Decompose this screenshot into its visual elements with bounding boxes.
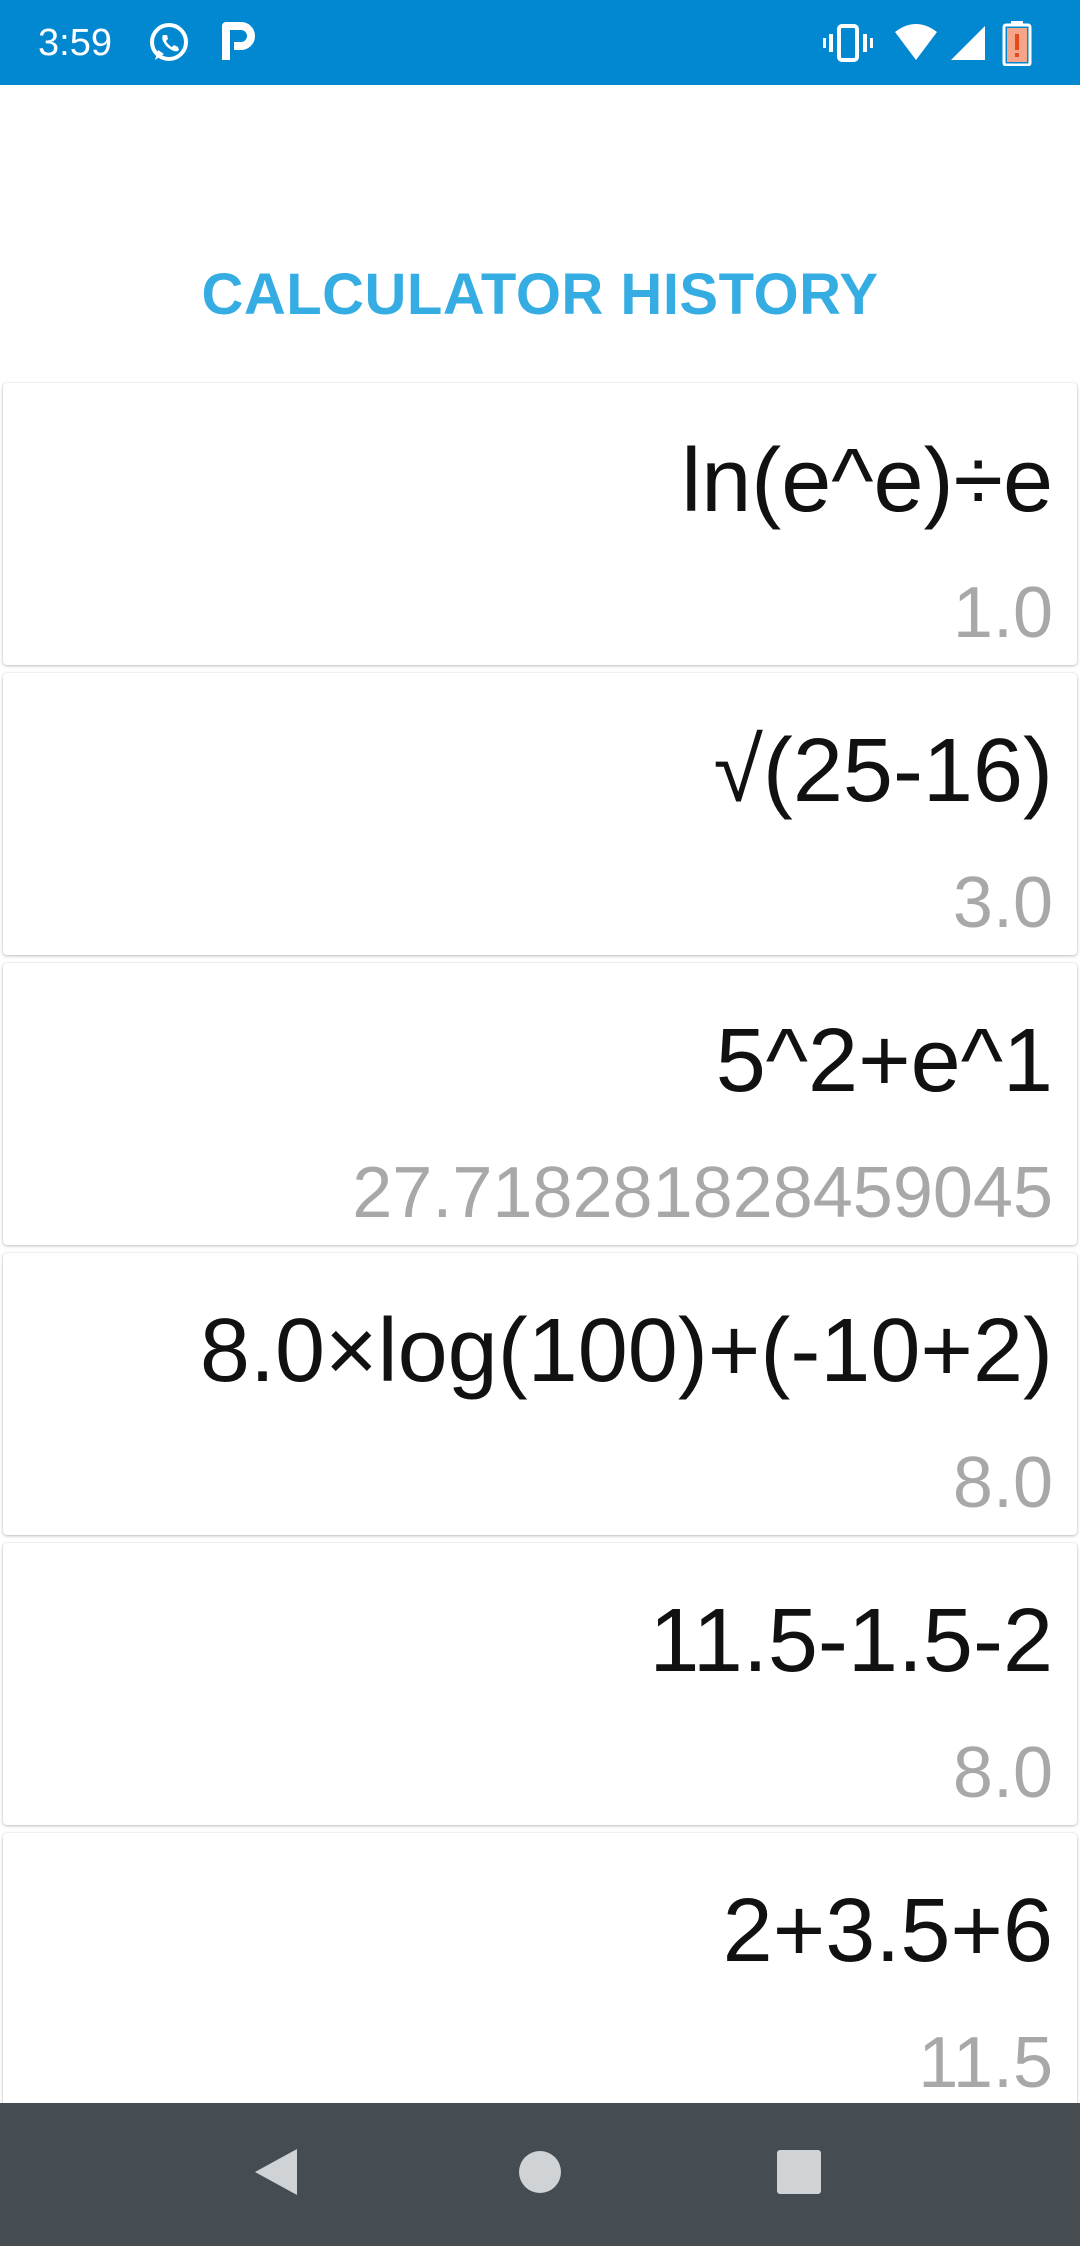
vibrate-icon <box>823 20 873 66</box>
parking-p-icon <box>216 20 262 66</box>
history-expression: √(25-16) <box>713 721 1053 821</box>
history-item[interactable]: √(25-16) 3.0 <box>3 673 1077 955</box>
history-list[interactable]: ln(e^e)÷e 1.0 √(25-16) 3.0 5^2+e^1 27.71… <box>3 383 1077 2103</box>
history-result: 8.0 <box>952 1733 1053 1813</box>
history-item[interactable]: ln(e^e)÷e 1.0 <box>3 383 1077 665</box>
whatsapp-icon <box>146 20 192 66</box>
back-icon <box>253 2147 299 2202</box>
history-item[interactable]: 11.5-1.5-2 8.0 <box>3 1543 1077 1825</box>
status-bar: 3:59 <box>0 0 1080 85</box>
history-expression: 11.5-1.5-2 <box>649 1591 1053 1691</box>
battery-low-icon <box>1000 20 1034 67</box>
history-expression: 8.0×log(100)+(-10+2) <box>199 1301 1053 1401</box>
wifi-icon <box>893 20 939 66</box>
home-icon <box>517 2149 563 2200</box>
signal-icon <box>947 20 987 66</box>
home-button[interactable] <box>470 2103 610 2246</box>
history-item[interactable]: 8.0×log(100)+(-10+2) 8.0 <box>3 1253 1077 1535</box>
history-expression: 5^2+e^1 <box>715 1011 1053 1111</box>
status-time: 3:59 <box>38 22 112 64</box>
recents-button[interactable] <box>729 2103 869 2246</box>
history-item[interactable]: 2+3.5+6 11.5 <box>3 1833 1077 2103</box>
recents-icon <box>776 2149 822 2200</box>
history-result: 11.5 <box>918 2023 1053 2103</box>
back-button[interactable] <box>206 2103 346 2246</box>
history-result: 1.0 <box>952 573 1053 653</box>
history-result: 27.718281828459045 <box>352 1153 1053 1233</box>
history-expression: 2+3.5+6 <box>722 1881 1053 1981</box>
navigation-bar <box>0 2103 1080 2246</box>
page-title: CALCULATOR HISTORY <box>201 262 879 327</box>
history-item[interactable]: 5^2+e^1 27.718281828459045 <box>3 963 1077 1245</box>
history-expression: ln(e^e)÷e <box>681 431 1053 531</box>
app-content: CALCULATOR HISTORY ln(e^e)÷e 1.0 √(25-16… <box>0 85 1080 2103</box>
history-result: 3.0 <box>952 863 1053 943</box>
history-result: 8.0 <box>952 1443 1053 1523</box>
